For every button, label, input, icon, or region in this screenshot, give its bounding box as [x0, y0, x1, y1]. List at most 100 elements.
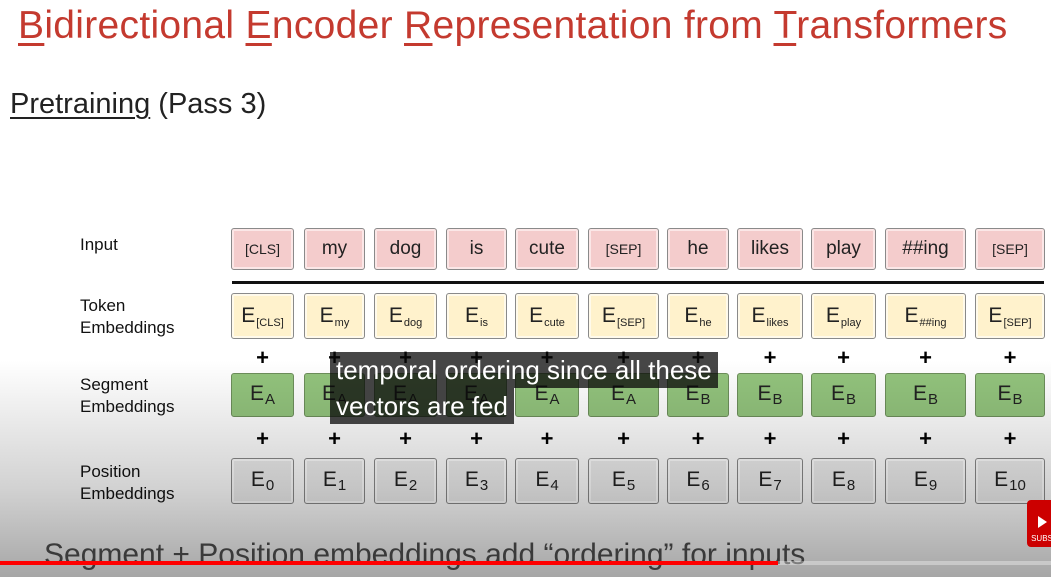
embedding-subscript: B — [928, 391, 939, 408]
play-icon — [1037, 516, 1047, 528]
input-token-label: my — [321, 238, 348, 259]
input-token: likes — [737, 228, 803, 270]
slide-bottom-text: Segment + Position embeddings add “order… — [44, 538, 806, 571]
plus-icon: + — [691, 426, 705, 451]
plus-icon: + — [617, 426, 630, 451]
row-label-segment: Segment Embeddings — [80, 375, 175, 416]
embedding-subscript: 10 — [1009, 477, 1026, 494]
plus-icon: + — [919, 426, 932, 451]
position-embedding: E10 — [975, 458, 1045, 504]
position-embedding: E3 — [446, 458, 507, 504]
embedding-subscript: 5 — [626, 477, 636, 494]
title-initial: E — [245, 4, 272, 47]
caption-window: temporal ordering since all these vector… — [330, 352, 718, 424]
title-initial: B — [18, 4, 45, 47]
input-divider — [232, 281, 1044, 284]
embedding-subscript: [SEP] — [616, 316, 646, 329]
embedding-subscript: 7 — [773, 477, 782, 494]
embedding-subscript: 8 — [846, 477, 856, 494]
embedding-subscript: [CLS] — [256, 316, 284, 329]
slide-subtitle: Pretraining (Pass 3) — [10, 88, 266, 121]
embedding-subscript: [SEP] — [1003, 316, 1032, 329]
embedding-subscript: 3 — [479, 477, 489, 494]
position-embedding: E6 — [667, 458, 729, 504]
input-token: dog — [374, 228, 437, 270]
position-embedding: E8 — [811, 458, 876, 504]
caption-line-1: temporal ordering since all these — [330, 352, 718, 388]
embedding-subscript: 0 — [265, 477, 275, 494]
embedding-subscript: 2 — [408, 477, 418, 494]
token-embedding: Ecute — [515, 293, 579, 339]
segment-embedding: EB — [811, 373, 876, 417]
plus-icon: + — [919, 345, 932, 370]
subscribe-label: SUBS — [1031, 534, 1051, 543]
input-token-label: is — [469, 238, 484, 259]
plus-icon: + — [837, 345, 850, 370]
input-token-label: likes — [750, 238, 789, 259]
token-embedding: Emy — [304, 293, 365, 339]
embedding-subscript: is — [480, 316, 488, 329]
input-token: is — [446, 228, 507, 270]
input-token-label: he — [687, 238, 709, 259]
input-token: my — [304, 228, 365, 270]
position-embedding: E5 — [588, 458, 659, 504]
segment-embedding: EA — [231, 373, 294, 417]
row-label-position: Position Embeddings — [80, 462, 175, 503]
embedding-subscript: 9 — [928, 477, 938, 494]
position-embedding: E2 — [374, 458, 437, 504]
plus-icon: + — [256, 426, 269, 451]
subtitle-underlined: Pretraining — [10, 88, 151, 120]
row-label-input: Input — [80, 235, 118, 254]
plus-icon: + — [540, 426, 554, 451]
input-token: play — [811, 228, 876, 270]
embedding-subscript: 1 — [337, 477, 347, 494]
embedding-subscript: 4 — [550, 477, 559, 494]
slide-title: Bidirectional Encoder Representation fro… — [18, 4, 1048, 56]
input-token-label: dog — [389, 238, 422, 259]
embedding-subscript: cute — [544, 316, 565, 329]
input-token: he — [667, 228, 729, 270]
input-token-label: [SEP] — [605, 241, 642, 257]
position-embedding: E1 — [304, 458, 365, 504]
input-token: ##ing — [885, 228, 966, 270]
plus-icon: + — [470, 426, 483, 451]
token-embedding: Eplay — [811, 293, 876, 339]
title-initial: R — [404, 4, 433, 47]
embedding-subscript: dog — [403, 316, 423, 329]
input-token-label: cute — [529, 238, 565, 259]
input-token-label: ##ing — [902, 238, 949, 259]
title-initial: T — [773, 4, 797, 47]
subscribe-button[interactable]: SUBS — [1027, 500, 1051, 547]
embedding-subscript: B — [846, 391, 857, 408]
title-word: ransformers — [796, 4, 1008, 47]
embedding-subscript: A — [265, 391, 276, 408]
position-embedding: E7 — [737, 458, 803, 504]
segment-embedding: EB — [885, 373, 966, 417]
token-embedding: Ehe — [667, 293, 729, 339]
segment-embedding: EB — [975, 373, 1045, 417]
embedding-subscript: my — [334, 316, 350, 329]
token-embedding: E[SEP] — [975, 293, 1045, 339]
embedding-subscript: 6 — [701, 477, 710, 494]
plus-icon: + — [1003, 426, 1017, 451]
token-embedding: Elikes — [737, 293, 803, 339]
token-embedding: E[CLS] — [231, 293, 294, 339]
plus-icon: + — [399, 426, 412, 451]
title-word: idirectional — [44, 4, 246, 47]
token-embedding: E[SEP] — [588, 293, 659, 339]
position-embedding: E9 — [885, 458, 966, 504]
token-embedding: Edog — [374, 293, 437, 339]
subtitle-rest: (Pass 3) — [150, 88, 267, 120]
embedding-subscript: likes — [766, 316, 789, 329]
embedding-subscript: he — [699, 316, 712, 329]
embedding-subscript: B — [1012, 391, 1023, 408]
plus-icon: + — [1003, 345, 1017, 370]
token-embedding: Eis — [446, 293, 507, 339]
input-token: [SEP] — [588, 228, 659, 270]
progress-bar[interactable] — [0, 561, 778, 565]
input-token-label: play — [826, 238, 861, 259]
embedding-subscript: play — [840, 316, 862, 329]
token-embedding: E##ing — [885, 293, 966, 339]
embedding-subscript: ##ing — [919, 316, 947, 329]
title-word: epresentation from — [432, 4, 774, 47]
